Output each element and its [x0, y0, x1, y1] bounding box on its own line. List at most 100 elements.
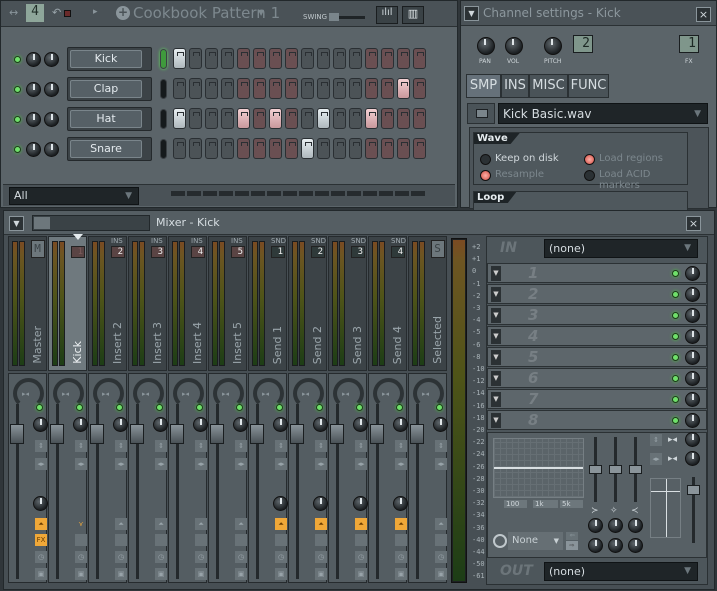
pattern-number-display[interactable]: 4: [26, 4, 44, 22]
fx-mix-fader[interactable]: [687, 477, 700, 543]
swap-phase-button[interactable]: ⇕: [395, 440, 407, 452]
swap-phase-button[interactable]: ⇕: [315, 440, 327, 452]
pan-knob[interactable]: [313, 417, 328, 432]
swap-phase-button[interactable]: ⇕: [650, 434, 662, 446]
swing-slider[interactable]: [329, 13, 365, 21]
track-enable-led[interactable]: [276, 404, 283, 411]
swap-lr-button[interactable]: ◂▸: [155, 458, 167, 470]
step-button[interactable]: [365, 78, 378, 99]
pan-knob[interactable]: [113, 417, 128, 432]
close-button[interactable]: ×: [696, 7, 711, 22]
step-button[interactable]: [381, 108, 394, 129]
step-button[interactable]: [189, 78, 202, 99]
stop-icon[interactable]: [64, 10, 71, 17]
step-button[interactable]: [317, 138, 330, 159]
track-header[interactable]: SND 4 Send 4: [368, 236, 407, 371]
track-header[interactable]: INS 3 Insert 3: [128, 236, 167, 371]
track-header[interactable]: M Master: [8, 236, 47, 371]
step-button[interactable]: [365, 138, 378, 159]
fader-handle[interactable]: [290, 424, 304, 444]
tempo-sync-clock-icon[interactable]: [493, 534, 507, 548]
volume-fader[interactable]: [130, 404, 144, 579]
step-button[interactable]: [205, 78, 218, 99]
swap-phase-button[interactable]: ⇕: [35, 440, 47, 452]
eq-mid-bw-knob[interactable]: [608, 538, 623, 553]
pitch-range-display[interactable]: 2: [573, 35, 593, 53]
fader-handle[interactable]: [50, 424, 64, 444]
pan-knob[interactable]: [233, 417, 248, 432]
effect-slot-1[interactable]: ▼ 1: [487, 263, 707, 283]
step-button[interactable]: [381, 138, 394, 159]
load-regions-radio[interactable]: [584, 154, 595, 165]
step-button[interactable]: [205, 138, 218, 159]
route-arrow-icon[interactable]: ⏶: [195, 518, 207, 530]
swap-phase-button[interactable]: ⇕: [435, 440, 447, 452]
swap-lr-button[interactable]: ◂▸: [435, 458, 447, 470]
keep-on-disk-radio[interactable]: [480, 154, 491, 165]
volume-fader[interactable]: [370, 404, 384, 579]
mixer-track-send-4[interactable]: SND 4 Send 4 ▸◂ ⇕ ◂▸ ⏶ FX ◷ ▣: [368, 236, 408, 583]
slot-mix-knob[interactable]: [685, 287, 700, 302]
track-enable-led[interactable]: [116, 404, 123, 411]
disk-record-icon[interactable]: ▣: [195, 568, 207, 580]
slot-mix-knob[interactable]: [685, 371, 700, 386]
send-level-knob[interactable]: [393, 496, 408, 511]
eq-high-bw-knob[interactable]: [628, 538, 643, 553]
close-button[interactable]: ×: [686, 216, 701, 231]
volume-fader[interactable]: [50, 404, 64, 579]
volume-fader[interactable]: [210, 404, 224, 579]
fader-handle[interactable]: [90, 424, 104, 444]
step-button[interactable]: [397, 138, 410, 159]
input-dropdown[interactable]: (none) ▼: [544, 239, 698, 258]
open-folder-button[interactable]: [467, 103, 495, 124]
effect-slot-8[interactable]: ▼ 8: [487, 410, 707, 430]
resample-radio[interactable]: [480, 170, 491, 181]
slot-mix-knob[interactable]: [685, 308, 700, 323]
eq-graph[interactable]: [493, 438, 584, 498]
channel-pan-knob[interactable]: [26, 112, 41, 127]
slot-mix-knob[interactable]: [685, 413, 700, 428]
step-button[interactable]: [349, 48, 362, 69]
track-enable-led[interactable]: [196, 404, 203, 411]
track-enable-led[interactable]: [76, 404, 83, 411]
step-button[interactable]: [173, 138, 186, 159]
swap-lr-button[interactable]: ◂▸: [650, 453, 662, 465]
step-button[interactable]: [189, 48, 202, 69]
recording-clock-icon[interactable]: ◷: [35, 551, 47, 563]
step-button[interactable]: [317, 78, 330, 99]
eq-high-freq-knob[interactable]: [628, 518, 643, 533]
slot-mix-knob[interactable]: [685, 329, 700, 344]
channel-select-indicator[interactable]: [160, 139, 167, 159]
channel-volume-knob[interactable]: [44, 142, 59, 157]
fader-handle[interactable]: [170, 424, 184, 444]
route-arrow-icon[interactable]: ⏶: [435, 518, 447, 530]
load-acid-markers-radio[interactable]: [584, 170, 595, 181]
channel-filter-dropdown[interactable]: All ▼: [9, 187, 139, 205]
recording-clock-icon[interactable]: ◷: [355, 551, 367, 563]
slot-enable-led[interactable]: [672, 417, 679, 424]
step-button[interactable]: [173, 48, 186, 69]
volume-fader[interactable]: [10, 404, 24, 579]
mixer-track-insert-3[interactable]: INS 3 Insert 3 ▸◂ ⇕ ◂▸ ⏶ FX ◷ ▣: [128, 236, 168, 583]
step-button[interactable]: [221, 78, 234, 99]
swap-phase-button[interactable]: ⇕: [235, 440, 247, 452]
step-button[interactable]: [397, 78, 410, 99]
step-button[interactable]: [269, 108, 282, 129]
disk-record-icon[interactable]: ▣: [315, 568, 327, 580]
volume-fader[interactable]: [170, 404, 184, 579]
fader-handle[interactable]: [10, 424, 24, 444]
step-button[interactable]: [301, 78, 314, 99]
swap-phase-button[interactable]: ⇕: [275, 440, 287, 452]
tempo-sync-dropdown[interactable]: None ▼: [508, 532, 563, 550]
fx-enable-button[interactable]: FX: [115, 534, 127, 546]
slot-enable-led[interactable]: [672, 270, 679, 277]
track-enable-led[interactable]: [396, 404, 403, 411]
step-button[interactable]: [237, 108, 250, 129]
eq-high-fader[interactable]: [629, 437, 642, 502]
channel-volume-knob[interactable]: [44, 112, 59, 127]
step-button[interactable]: [205, 108, 218, 129]
swap-lr-button[interactable]: ◂▸: [355, 458, 367, 470]
step-button[interactable]: [237, 48, 250, 69]
slot-menu-button[interactable]: ▼: [491, 413, 501, 428]
fx-enable-button[interactable]: FX: [235, 534, 247, 546]
